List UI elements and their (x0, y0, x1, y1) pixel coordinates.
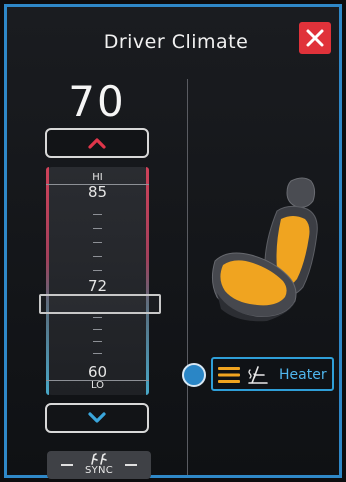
level-bars-icon (218, 367, 240, 383)
panel-title: Driver Climate (103, 31, 249, 53)
temperature-up-button[interactable] (45, 128, 149, 158)
scale-tick (93, 341, 102, 342)
close-icon (306, 29, 324, 47)
seat-heater-icon (248, 366, 268, 384)
scale-lo-label: LO (90, 380, 105, 391)
temperature-selector-handle[interactable] (39, 294, 161, 314)
heater-label: Heater (279, 367, 327, 383)
chevron-up-icon (88, 138, 106, 149)
scale-tick (93, 270, 102, 271)
scale-tick (93, 317, 102, 318)
temperature-readout: 70 (68, 77, 126, 126)
scale-hi-label: HI (92, 172, 103, 183)
sync-seats-icon (91, 453, 107, 465)
close-button[interactable] (299, 22, 331, 54)
sync-button[interactable]: SYNC (47, 451, 151, 479)
scale-tick (93, 242, 102, 243)
climate-panel: Driver Climate 70 HI 85 72 60 LO SYNC He… (4, 4, 342, 479)
heater-indicator-dot[interactable] (182, 363, 206, 387)
sync-label: SYNC (84, 465, 114, 476)
temperature-scale[interactable]: HI 85 72 60 LO (46, 167, 149, 395)
scale-tick (93, 228, 102, 229)
scale-tick (93, 214, 102, 215)
scale-mid-value: 72 (87, 277, 108, 295)
scale-tick (93, 329, 102, 330)
scale-min-value: 60 (87, 363, 108, 381)
heater-button[interactable]: Heater (211, 357, 334, 391)
panel-divider (187, 79, 188, 475)
scale-tick (93, 353, 102, 354)
sync-dash-right (125, 464, 137, 466)
temperature-down-button[interactable] (45, 403, 149, 433)
scale-max-value: 85 (87, 183, 108, 201)
seat-heat-illustration (211, 177, 318, 322)
scale-tick (93, 256, 102, 257)
chevron-down-icon (88, 412, 106, 423)
